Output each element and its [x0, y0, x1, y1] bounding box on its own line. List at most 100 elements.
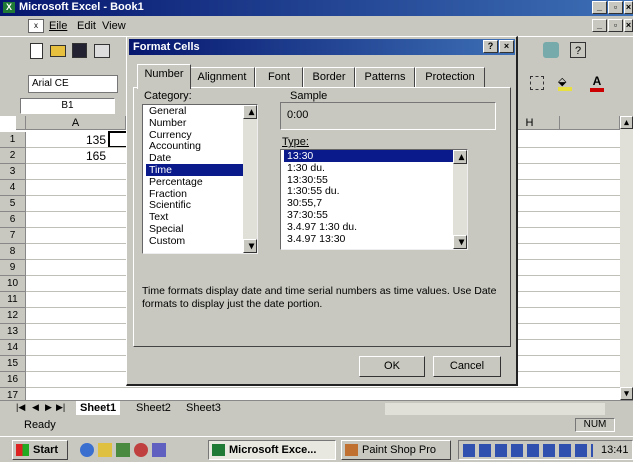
vscroll-up-button[interactable]: ▴ — [620, 116, 633, 129]
save-icon[interactable] — [72, 43, 87, 58]
row-header[interactable]: 16 — [0, 372, 26, 388]
category-item[interactable]: Special — [146, 223, 245, 235]
category-item[interactable]: Accounting — [146, 140, 245, 152]
type-item[interactable]: 13:30 — [284, 150, 453, 162]
cancel-button[interactable]: Cancel — [433, 356, 501, 377]
dialog-help-button[interactable]: ? — [483, 40, 498, 53]
type-item[interactable]: 30:55,7 — [284, 197, 453, 209]
category-item[interactable]: Custom — [146, 235, 245, 247]
quicklaunch-channels-icon[interactable] — [134, 443, 148, 457]
type-item[interactable]: 3.4.97 1:30 du. — [284, 221, 453, 233]
quicklaunch-extra-icon[interactable] — [152, 443, 166, 457]
category-item[interactable]: Text — [146, 211, 245, 223]
sheet-tab-2[interactable]: Sheet2 — [132, 401, 175, 415]
new-icon[interactable] — [30, 43, 43, 59]
tab-protection[interactable]: Protection — [415, 67, 485, 88]
select-all-corner[interactable] — [16, 116, 26, 130]
row-header[interactable]: 6 — [0, 212, 26, 228]
row-header[interactable]: 8 — [0, 244, 26, 260]
category-item[interactable]: Fraction — [146, 188, 245, 200]
quicklaunch-desktop-icon[interactable] — [116, 443, 130, 457]
category-item[interactable]: Time — [146, 163, 245, 176]
type-item[interactable]: 13:30:55 — [284, 174, 453, 186]
font-name-box[interactable]: Arial CE — [28, 75, 118, 93]
menu-edit[interactable]: Edit — [77, 20, 96, 32]
type-item[interactable]: 1:30:55 du. — [284, 185, 453, 197]
category-list[interactable]: General Number Currency Accounting Date Time P… — [142, 104, 258, 254]
help-icon[interactable]: ? — [570, 42, 586, 58]
type-list[interactable]: 13:30 1:30 du. 13:30:55 1:30:55 du. 30:55,7 3… — [280, 149, 468, 250]
type-item[interactable]: 3.4.97 13:30 — [284, 233, 453, 245]
menu-view[interactable]: View — [102, 20, 126, 32]
last-sheet-button[interactable]: ▶| — [56, 402, 65, 413]
tab-patterns[interactable]: Patterns — [355, 67, 415, 88]
cell-a2[interactable]: 165 — [26, 148, 106, 164]
category-scroll-down[interactable]: ▾ — [243, 239, 257, 253]
worksheet-hscroll[interactable] — [385, 403, 605, 415]
type-item[interactable]: 37:30:55 — [284, 209, 453, 221]
type-scrollbar[interactable]: ▴ ▾ — [453, 150, 467, 249]
category-item[interactable]: General — [146, 105, 245, 117]
workbook-icon[interactable]: x — [28, 19, 44, 33]
minimize-button[interactable]: _ — [592, 1, 607, 14]
menu-file[interactable]: Eile — [49, 20, 67, 32]
row-header[interactable]: 11 — [0, 292, 26, 308]
type-item[interactable]: 1:30 du. — [284, 162, 453, 174]
name-box[interactable]: B1 — [20, 98, 115, 114]
close-button[interactable]: × — [624, 1, 633, 14]
tab-number[interactable]: Number — [137, 64, 191, 89]
category-item[interactable]: Currency — [146, 129, 245, 141]
row-header[interactable]: 13 — [0, 324, 26, 340]
row-header[interactable]: 14 — [0, 340, 26, 356]
tray-icons[interactable] — [463, 444, 593, 457]
start-button[interactable]: Start — [12, 440, 68, 460]
doc-minimize-button[interactable]: _ — [592, 19, 607, 32]
restore-button[interactable]: ▫ — [608, 1, 623, 14]
row-header[interactable]: 12 — [0, 308, 26, 324]
row-header[interactable]: 1 — [0, 132, 26, 148]
vscroll-down-button[interactable]: ▾ — [620, 387, 633, 400]
worksheet-vscroll[interactable]: ▴ ▾ — [620, 116, 633, 400]
tab-font[interactable]: Font — [255, 67, 303, 88]
category-scroll-up[interactable]: ▴ — [243, 105, 257, 119]
font-color-icon[interactable]: A — [590, 74, 604, 92]
sheet-tab-3[interactable]: Sheet3 — [182, 401, 225, 415]
drawing-icon[interactable] — [543, 42, 559, 58]
type-scroll-up[interactable]: ▴ — [453, 150, 467, 164]
row-header[interactable]: 15 — [0, 356, 26, 372]
dialog-close-button[interactable]: × — [499, 40, 514, 53]
first-sheet-button[interactable]: |◀ — [16, 402, 25, 413]
sheet-tab-1[interactable]: Sheet1 — [76, 401, 121, 415]
print-icon[interactable] — [94, 44, 110, 58]
row-header[interactable]: 4 — [0, 180, 26, 196]
borders-icon[interactable] — [530, 76, 544, 90]
row-header[interactable]: 5 — [0, 196, 26, 212]
column-header-i[interactable] — [560, 116, 620, 130]
category-item[interactable]: Number — [146, 117, 245, 129]
prev-sheet-button[interactable]: ◀ — [32, 402, 39, 413]
row-header[interactable]: 10 — [0, 276, 26, 292]
type-scroll-down[interactable]: ▾ — [453, 235, 467, 249]
category-item[interactable]: Date — [146, 152, 245, 164]
task-excel[interactable]: Microsoft Exce... — [208, 440, 336, 460]
tab-border[interactable]: Border — [303, 67, 355, 88]
category-scrollbar[interactable]: ▴ ▾ — [243, 105, 257, 253]
row-header[interactable]: 17 — [0, 388, 26, 400]
doc-close-button[interactable]: × — [624, 19, 633, 32]
tab-alignment[interactable]: Alignment — [189, 67, 255, 88]
quicklaunch-ie-icon[interactable] — [80, 443, 94, 457]
row-header[interactable]: 2 — [0, 148, 26, 164]
ok-button[interactable]: OK — [359, 356, 425, 377]
fill-color-icon[interactable]: ⬙ — [558, 75, 572, 91]
doc-restore-button[interactable]: ▫ — [608, 19, 623, 32]
clock[interactable]: 13:41 — [601, 444, 629, 456]
task-paintshop[interactable]: Paint Shop Pro — [341, 440, 451, 460]
category-item[interactable]: Scientific — [146, 199, 245, 211]
row-header[interactable]: 9 — [0, 260, 26, 276]
category-item[interactable]: Percentage — [146, 176, 245, 188]
open-icon[interactable] — [50, 45, 66, 57]
cell-a1[interactable]: 135 — [26, 132, 106, 148]
quicklaunch-explorer-icon[interactable] — [98, 443, 112, 457]
next-sheet-button[interactable]: ▶ — [45, 402, 52, 413]
row-header[interactable]: 3 — [0, 164, 26, 180]
